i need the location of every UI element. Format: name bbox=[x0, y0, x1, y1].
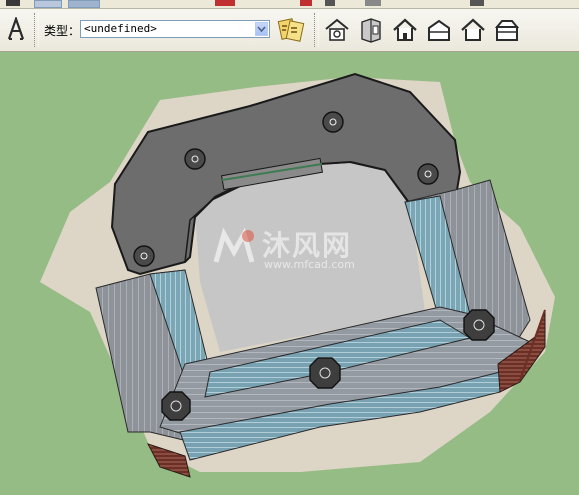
watermark-url: www.mfcad.com bbox=[264, 258, 355, 271]
house-front-button[interactable] bbox=[492, 15, 522, 45]
component-attributes-button[interactable] bbox=[276, 15, 306, 45]
roof-vent-octagon-3 bbox=[463, 309, 495, 341]
warehouse-button[interactable] bbox=[322, 15, 352, 45]
chevron-down-icon[interactable] bbox=[255, 22, 268, 36]
warehouse-icon bbox=[325, 18, 349, 41]
house-front-icon bbox=[494, 20, 520, 41]
house-button[interactable] bbox=[390, 15, 420, 45]
clipped-button[interactable] bbox=[68, 0, 100, 8]
roof-vent-1 bbox=[184, 148, 206, 170]
text-tool-icon bbox=[7, 17, 25, 40]
clipped-arrow-icon[interactable] bbox=[6, 0, 20, 6]
clipped-icon[interactable] bbox=[470, 0, 484, 6]
house-outline-icon bbox=[428, 19, 450, 41]
house-side-icon bbox=[461, 18, 485, 41]
component-attributes-icon bbox=[277, 18, 305, 42]
share-component-button[interactable] bbox=[356, 15, 386, 45]
watermark-logo-icon bbox=[213, 227, 255, 263]
type-select-value: <undefined> bbox=[84, 22, 157, 35]
house-icon bbox=[393, 18, 417, 41]
model-viewport[interactable]: 沐风网 www.mfcad.com bbox=[0, 52, 579, 495]
roof-vent-4 bbox=[133, 245, 155, 267]
roof-vent-2 bbox=[322, 111, 344, 133]
clipped-icon[interactable] bbox=[365, 0, 381, 6]
share-component-icon bbox=[361, 18, 381, 43]
toolbar-grip[interactable] bbox=[34, 13, 39, 47]
top-toolbar-strip bbox=[0, 0, 579, 9]
roof-vent-octagon-2 bbox=[309, 357, 341, 389]
roof-vent-octagon-1 bbox=[161, 391, 191, 421]
toolbar-grip[interactable] bbox=[314, 13, 319, 47]
clipped-icon[interactable] bbox=[215, 0, 235, 6]
type-select[interactable]: <undefined> bbox=[80, 20, 270, 38]
watermark: 沐风网 www.mfcad.com bbox=[210, 222, 380, 282]
house-side-button[interactable] bbox=[458, 15, 488, 45]
clipped-button[interactable] bbox=[34, 0, 62, 8]
clipped-icon[interactable] bbox=[300, 0, 312, 6]
type-label: 类型： bbox=[44, 24, 81, 38]
roof-vent-3 bbox=[417, 163, 439, 185]
toolbar: 类型： <undefined> bbox=[0, 9, 579, 52]
house-outline-button[interactable] bbox=[424, 15, 454, 45]
clipped-icon[interactable] bbox=[325, 0, 335, 6]
text-tool-button[interactable] bbox=[4, 16, 28, 42]
